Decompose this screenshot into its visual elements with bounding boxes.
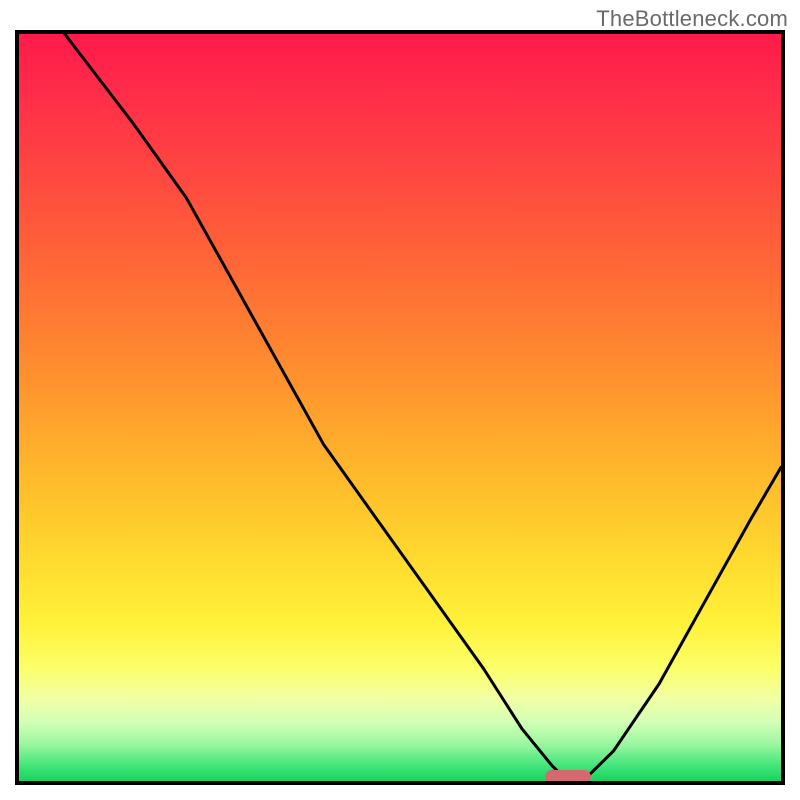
bottleneck-curve	[19, 34, 781, 781]
target-marker-pill	[545, 770, 591, 781]
chart-container: TheBottleneck.com	[0, 0, 800, 800]
watermark-text: TheBottleneck.com	[596, 6, 788, 32]
plot-frame	[15, 30, 785, 785]
plot-area	[19, 34, 781, 781]
